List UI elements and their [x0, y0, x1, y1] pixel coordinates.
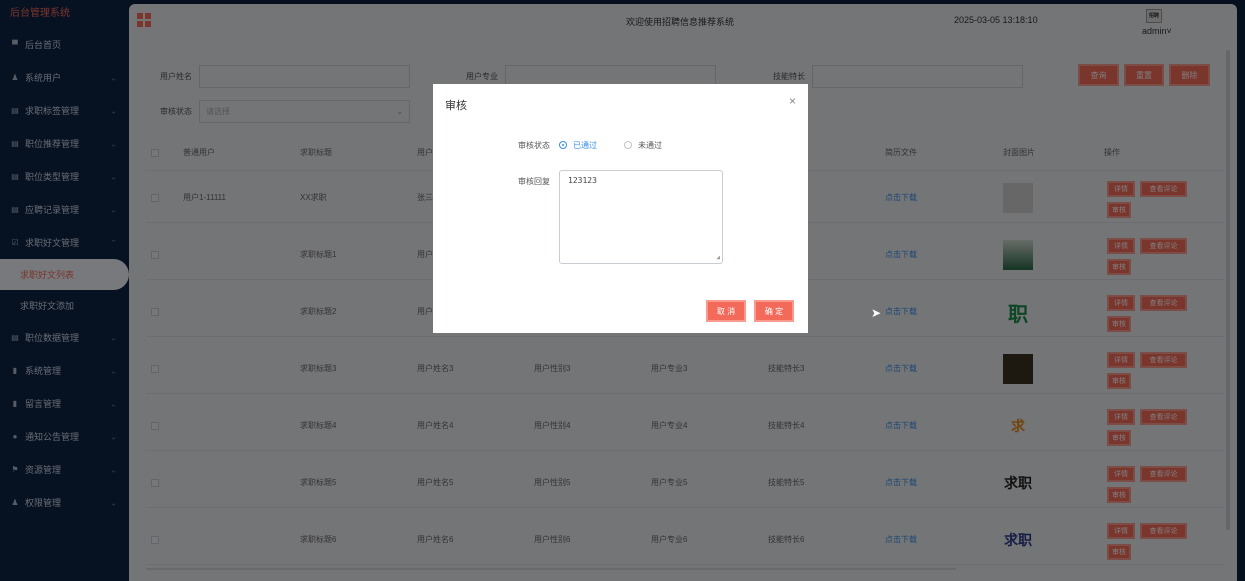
- dialog-title: 审核: [445, 100, 467, 112]
- audit-reply-textarea[interactable]: 123123 ◢: [559, 170, 723, 264]
- mouse-cursor-icon: ➤: [871, 306, 882, 320]
- audit-status-label: 审核状态: [518, 141, 550, 150]
- audit-reply-value: 123123: [568, 176, 597, 185]
- cancel-button[interactable]: 取 消: [706, 300, 746, 322]
- confirm-button[interactable]: 确 定: [754, 300, 794, 322]
- close-icon[interactable]: ×: [789, 94, 796, 108]
- resize-handle-icon[interactable]: ◢: [716, 254, 720, 261]
- approved-radio[interactable]: [559, 141, 567, 149]
- audit-dialog: 审核 × 审核状态 已通过 未通过 审核回复 123123 ◢ 取 消 确 定: [433, 84, 808, 333]
- rejected-radio[interactable]: [624, 141, 632, 149]
- rejected-label[interactable]: 未通过: [638, 140, 662, 151]
- approved-label[interactable]: 已通过: [573, 140, 597, 151]
- audit-reply-label: 审核回复: [518, 177, 550, 186]
